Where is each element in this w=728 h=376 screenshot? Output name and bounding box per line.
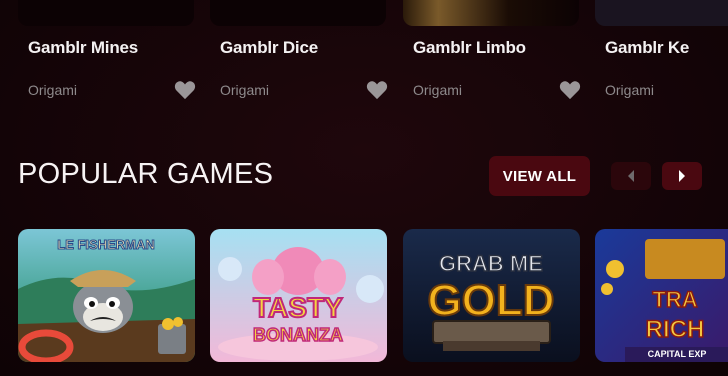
game-provider: Origami: [605, 82, 655, 98]
game-logo-text: LE FISHERMAN: [57, 237, 155, 252]
game-thumbnail[interactable]: [210, 0, 386, 26]
game-thumbnail[interactable]: [595, 0, 728, 26]
carousel-prev-button[interactable]: [611, 162, 651, 190]
game-logo-text: RICH: [646, 316, 705, 343]
game-title: Gamblr Limbo: [413, 38, 526, 57]
game-card-gamblr-keno[interactable]: Gamblr Ke Origami: [595, 0, 728, 110]
section-title-popular-games: POPULAR GAMES: [18, 158, 274, 190]
game-tile-le-fisherman[interactable]: LE FISHERMAN: [18, 229, 195, 362]
game-logo-text: GRAB ME: [439, 251, 543, 276]
carousel-next-button[interactable]: [662, 162, 702, 190]
game-logo-text: GOLD: [427, 276, 554, 325]
game-thumbnail[interactable]: [18, 0, 194, 26]
heart-icon[interactable]: [366, 80, 388, 100]
game-logo-text: BONANZA: [253, 325, 343, 345]
game-card-gamblr-mines[interactable]: Gamblr Mines Origami: [18, 0, 196, 110]
game-tile-tasty-bonanza[interactable]: TASTY BONANZA: [210, 229, 387, 362]
game-thumbnail-tasty-bonanza: TASTY BONANZA: [210, 229, 387, 362]
recent-games-row: Gamblr Mines Origami Gamblr Dice Origami…: [0, 0, 728, 110]
heart-icon[interactable]: [559, 80, 581, 100]
game-card-gamblr-dice[interactable]: Gamblr Dice Origami: [210, 0, 388, 110]
game-card-gamblr-limbo[interactable]: Gamblr Limbo Origami: [403, 0, 581, 110]
game-tile-grab-me-gold[interactable]: GRAB ME GOLD: [403, 229, 580, 362]
game-logo-text: TASTY: [253, 292, 343, 323]
game-title: Gamblr Mines: [28, 38, 139, 57]
game-title: Gamblr Dice: [220, 38, 318, 57]
chevron-left-icon: [628, 170, 634, 182]
heart-icon[interactable]: [174, 80, 196, 100]
game-thumbnail-train-of-riches: TRA RICH CAPITAL EXP: [595, 229, 728, 362]
view-all-button[interactable]: VIEW ALL: [489, 156, 590, 196]
game-provider: Origami: [28, 82, 78, 98]
game-thumbnail-le-fisherman: LE FISHERMAN: [18, 229, 195, 362]
game-title: Gamblr Ke: [605, 38, 690, 57]
game-provider: Origami: [220, 82, 270, 98]
game-logo-subtext: CAPITAL EXP: [648, 349, 707, 359]
game-logo-text: TRA: [652, 287, 697, 312]
chevron-right-icon: [679, 170, 685, 182]
game-thumbnail[interactable]: [403, 0, 579, 26]
game-provider: Origami: [413, 82, 463, 98]
game-tile-train-of-riches[interactable]: TRA RICH CAPITAL EXP: [595, 229, 728, 362]
game-thumbnail-grab-me-gold: GRAB ME GOLD: [403, 229, 580, 362]
